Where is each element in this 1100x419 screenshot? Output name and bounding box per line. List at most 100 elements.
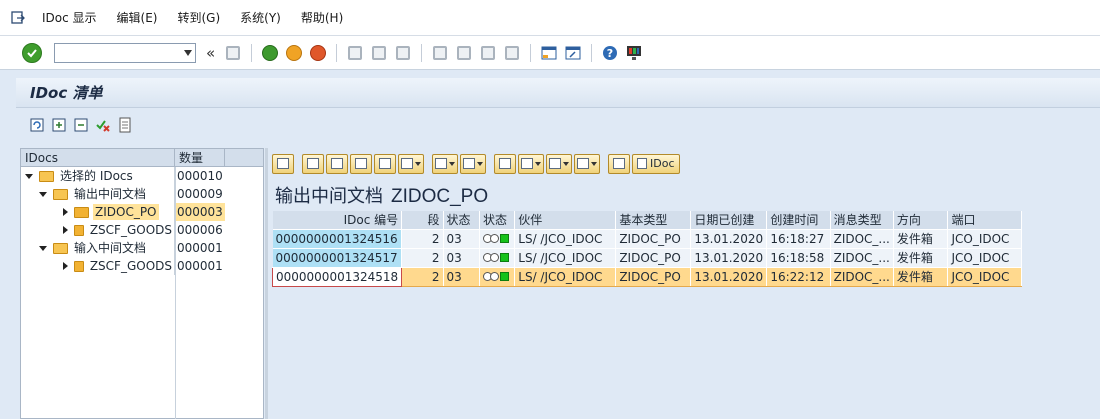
info-button[interactable] [608,153,630,174]
cell-idoc-number[interactable]: 0000000001324516 [272,229,403,249]
col-header-message-type[interactable]: 消息类型 [830,211,894,230]
cell-status[interactable]: 03 [443,267,480,287]
save-icon[interactable] [224,44,242,62]
find-icon[interactable] [370,44,388,62]
cell-status[interactable]: 03 [443,229,480,249]
cell-created-time[interactable]: 16:18:27 [766,229,831,249]
table-row-selected[interactable]: 0000000001324518 2 03 LS/ /JCO_IDOC ZIDO… [271,266,1022,287]
menu-idoc-display[interactable]: IDoc 显示 [42,9,97,26]
previous-page-icon[interactable] [455,44,473,62]
cell-segments[interactable]: 2 [401,267,444,287]
cell-status-icon[interactable] [479,248,516,268]
tree-node-zscf-goods-out[interactable]: ZSCF_GOODS 000006 [21,221,263,239]
tree-node-inbound[interactable]: 输入中间文档 000001 [21,239,263,257]
tree-node-zidoc-po[interactable]: ZIDOC_PO 000003 [21,203,263,221]
table-row[interactable]: 0000000001324516 2 03 LS/ /JCO_IDOC ZIDO… [272,229,1022,249]
col-header-basic-type[interactable]: 基本类型 [615,211,692,230]
col-header-status-icon[interactable]: 状态 [479,211,516,230]
views-button[interactable] [518,153,544,174]
cell-created-date[interactable]: 13.01.2020 [690,248,768,268]
cell-direction[interactable]: 发件箱 [893,267,949,287]
cancel-icon[interactable] [309,44,327,62]
cell-port[interactable]: JCO_IDOC [947,267,1022,287]
cell-created-date[interactable]: 13.01.2020 [690,229,768,249]
col-header-segments[interactable]: 段 [401,211,444,230]
document-icon[interactable] [116,116,134,134]
cell-segments[interactable]: 2 [401,248,444,268]
tree-node-zscf-goods-in[interactable]: ZSCF_GOODS 000001 [21,257,263,275]
cell-created-date[interactable]: 13.01.2020 [690,267,768,287]
print-icon[interactable] [346,44,364,62]
cell-message-type[interactable]: ZIDOC_... [830,267,894,287]
collapse-toolbar-icon[interactable]: « [206,44,215,62]
layout-button[interactable] [574,153,600,174]
menu-exit-icon[interactable] [8,8,28,28]
cell-idoc-number[interactable]: 0000000001324518 [271,266,403,287]
col-header-created-time[interactable]: 创建时间 [766,211,831,230]
cell-partner[interactable]: LS/ /JCO_IDOC [514,229,617,249]
cell-created-time[interactable]: 16:22:12 [766,267,831,287]
pane-splitter[interactable] [265,148,268,419]
col-header-port[interactable]: 端口 [947,211,1022,230]
chevron-down-icon[interactable] [184,49,192,56]
menu-edit[interactable]: 编辑(E) [117,9,158,26]
cell-message-type[interactable]: ZIDOC_... [830,248,894,268]
tree-node-outbound[interactable]: 输出中间文档 000009 [21,185,263,203]
cell-segments[interactable]: 2 [401,229,444,249]
col-header-partner[interactable]: 伙伴 [514,211,617,230]
new-session-icon[interactable] [540,44,558,62]
col-header-idoc-number[interactable]: IDoc 编号 [272,211,403,230]
find-next-button[interactable] [374,153,396,174]
back-icon[interactable] [261,44,279,62]
expanded-arrow-icon[interactable] [39,191,47,197]
cell-message-type[interactable]: ZIDOC_... [830,229,894,249]
cell-idoc-number[interactable]: 0000000001324517 [272,248,403,268]
first-page-icon[interactable] [431,44,449,62]
details-button[interactable] [272,153,294,174]
col-header-status[interactable]: 状态 [443,211,480,230]
cell-basic-type[interactable]: ZIDOC_PO [615,248,692,268]
col-header-direction[interactable]: 方向 [893,211,949,230]
cell-created-time[interactable]: 16:18:58 [766,248,831,268]
cell-port[interactable]: JCO_IDOC [947,229,1022,249]
menu-goto[interactable]: 转到(G) [178,9,221,26]
cell-partner[interactable]: LS/ /JCO_IDOC [514,248,617,268]
menu-system[interactable]: 系统(Y) [240,9,281,26]
cell-basic-type[interactable]: ZIDOC_PO [615,229,692,249]
find-next-icon[interactable] [394,44,412,62]
enter-check-icon[interactable] [22,42,42,63]
check-delete-icon[interactable] [94,116,112,134]
sort-ascending-button[interactable] [302,153,324,174]
customize-layout-icon[interactable] [625,44,643,62]
col-header-created-date[interactable]: 日期已创建 [690,211,768,230]
sort-descending-button[interactable] [326,153,348,174]
help-icon[interactable]: ? [601,44,619,62]
total-button[interactable] [432,153,458,174]
cell-direction[interactable]: 发件箱 [893,229,949,249]
expanded-arrow-icon[interactable] [39,245,47,251]
cell-status-icon[interactable] [479,229,516,249]
cell-basic-type[interactable]: ZIDOC_PO [615,267,692,287]
collapsed-arrow-icon[interactable] [63,262,68,270]
collapsed-arrow-icon[interactable] [63,208,68,216]
tree-header-idocs[interactable]: IDocs [21,149,175,166]
tree-header-count[interactable]: 数量 [175,149,225,166]
shortcut-icon[interactable] [564,44,582,62]
next-page-icon[interactable] [479,44,497,62]
subtotal-button[interactable] [460,153,486,174]
expand-icon[interactable] [50,116,68,134]
cell-status[interactable]: 03 [443,248,480,268]
cell-port[interactable]: JCO_IDOC [947,248,1022,268]
last-page-icon[interactable] [503,44,521,62]
cell-partner[interactable]: LS/ /JCO_IDOC [514,267,617,287]
collapse-icon[interactable] [72,116,90,134]
cell-status-icon[interactable] [479,267,516,287]
menu-help[interactable]: 帮助(H) [301,9,343,26]
refresh-icon[interactable] [28,116,46,134]
print-button[interactable] [494,153,516,174]
cell-direction[interactable]: 发件箱 [893,248,949,268]
filter-button[interactable] [398,153,424,174]
command-field[interactable] [54,42,196,63]
idoc-button[interactable]: IDoc [632,153,680,174]
export-button[interactable] [546,153,572,174]
